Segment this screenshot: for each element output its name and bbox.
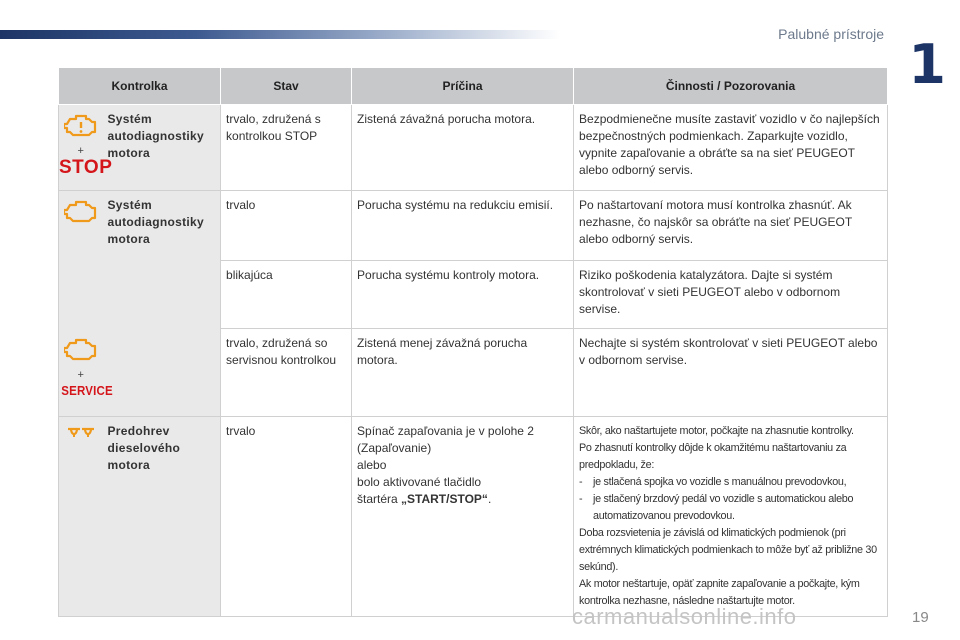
action-line: Doba rozsvietenia je závislá od klimatic… [579, 527, 877, 573]
icon-cell [58, 416, 103, 617]
cause-cell: Zistená závažná porucha motora. [351, 104, 575, 191]
start-stop-label: „START/STOP“ [401, 492, 488, 506]
cause-text: štartéra [357, 492, 402, 506]
warning-light-name: Systém autodiagnostiky motora [102, 190, 222, 417]
bullet-item: - je stlačený brzdový pedál vo vozidle s … [579, 493, 854, 522]
action-cell: Po naštartovaní motora musí kontrolka zh… [573, 190, 889, 261]
chapter-number: 1 [908, 33, 946, 96]
watermark: carmanualsonline.info [572, 604, 797, 629]
cause-line: alebo [357, 458, 387, 472]
state-cell: blikajúca [220, 260, 353, 329]
stop-icon: STOP [59, 157, 113, 178]
warning-lights-table: Kontrolka Stav Príčina Činnosti / Pozoro… [57, 67, 889, 617]
cause-cell: Zistená menej závažná porucha motora. [351, 328, 575, 417]
action-cell: Nechajte si systém skontrolovať v sieti … [573, 328, 889, 417]
glow-plug-icon [67, 427, 94, 437]
plus-sign: + [77, 145, 84, 157]
column-header: Činnosti / Pozorovania [573, 67, 889, 105]
service-icon: SERVICE [61, 383, 113, 398]
cause-line: bolo aktivované tlačidlo [357, 475, 482, 489]
column-header: Kontrolka [57, 67, 222, 105]
action-cell: Skôr, ako naštartujete motor, počkajte n… [573, 416, 889, 617]
cause-end: . [487, 492, 492, 506]
section-title: Palubné prístroje [778, 26, 884, 42]
action-line: Po zhasnutí kontrolky dôjde k okamžitému… [579, 442, 847, 471]
cause-line: štartéra „START/STOP“. [357, 491, 567, 508]
table-row: Systém autodiagnostiky motora trvalo Por… [58, 190, 889, 417]
table-row: Predohrev dieselového motora trvalo Spín… [58, 416, 889, 617]
icon-cell [58, 190, 103, 329]
cause-cell: Spínač zapaľovania je v polohe 2 (Zapaľo… [351, 416, 575, 617]
state-cell: trvalo, združená so servisnou kontrolkou [220, 328, 353, 417]
cause-line: Spínač zapaľovania je v polohe 2 [357, 424, 534, 438]
bullet-item: - je stlačená spojka vo vozidle s manuáln… [579, 476, 847, 488]
column-header: Príčina [351, 67, 575, 105]
state-cell: trvalo [220, 416, 353, 617]
icon-cell: + STOP [58, 104, 112, 191]
engine-icon [62, 114, 96, 137]
engine-icon [62, 338, 96, 360]
state-cell: trvalo, združená s kontrolkou STOP [220, 104, 353, 191]
plus-sign: + [77, 368, 84, 381]
icon-cell: + SERVICE [58, 328, 113, 417]
engine-icon [62, 200, 96, 223]
action-line: Skôr, ako naštartujete motor, počkajte n… [579, 425, 854, 437]
state-cell: trvalo [220, 190, 353, 261]
action-cell: Riziko poškodenia katalyzátora. Dajte si… [573, 260, 889, 329]
column-header: Stav [220, 67, 353, 105]
page-number: 19 [912, 609, 929, 626]
cause-line: (Zapaľovanie) [357, 441, 432, 455]
table-row: + STOP Systém autodiagnostiky motora trv… [58, 104, 889, 191]
cause-cell: Porucha systému kontroly motora. [351, 260, 575, 329]
warning-light-name: Predohrev dieselového motora [102, 416, 222, 617]
action-cell: Bezpodmienečne musíte zastaviť vozidlo v… [573, 104, 889, 191]
header-bar [0, 30, 560, 39]
warning-light-name: Systém autodiagnostiky motora [102, 104, 222, 191]
cause-cell: Porucha systému na redukciu emisií. [351, 190, 575, 261]
table-header-row: Kontrolka Stav Príčina Činnosti / Pozoro… [57, 67, 889, 105]
